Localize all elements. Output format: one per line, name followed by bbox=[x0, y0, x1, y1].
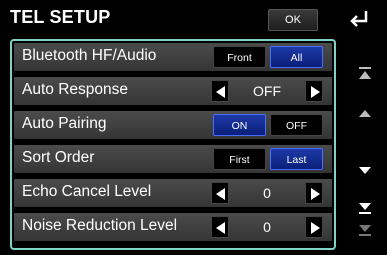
right-triangle-icon bbox=[311, 188, 320, 200]
setting-row-auto-pairing: Auto Pairing ON OFF bbox=[14, 111, 332, 139]
all-option-button[interactable]: All bbox=[270, 46, 323, 68]
scroll-to-bottom-icon[interactable] bbox=[355, 223, 375, 239]
left-triangle-icon bbox=[216, 86, 225, 98]
increase-button[interactable] bbox=[305, 80, 323, 102]
front-option-button[interactable]: Front bbox=[213, 46, 266, 68]
last-option-button[interactable]: Last bbox=[270, 148, 323, 170]
noise-reduction-stepper: 0 bbox=[211, 216, 323, 238]
first-option-button[interactable]: First bbox=[213, 148, 266, 170]
setting-row-auto-response: Auto Response OFF bbox=[14, 77, 332, 105]
setting-label: Auto Pairing bbox=[22, 115, 107, 132]
scroll-down-icon[interactable] bbox=[355, 163, 375, 179]
header-bar: TEL SETUP OK bbox=[0, 0, 387, 36]
auto-response-stepper: OFF bbox=[211, 80, 323, 102]
settings-panel: Bluetooth HF/Audio Front All Auto Respon… bbox=[10, 39, 336, 250]
scroll-controls bbox=[345, 36, 385, 255]
setting-row-sort-order: Sort Order First Last bbox=[14, 145, 332, 173]
on-option-button[interactable]: ON bbox=[213, 114, 266, 136]
setting-label: Sort Order bbox=[22, 149, 95, 166]
auto-response-value: OFF bbox=[253, 83, 281, 99]
increase-button[interactable] bbox=[305, 182, 323, 204]
decrease-button[interactable] bbox=[211, 80, 229, 102]
decrease-button[interactable] bbox=[211, 216, 229, 238]
scroll-up-icon[interactable] bbox=[355, 106, 375, 122]
back-arrow-icon[interactable] bbox=[344, 5, 374, 31]
left-triangle-icon bbox=[216, 188, 225, 200]
setting-label: Echo Cancel Level bbox=[22, 183, 152, 200]
right-triangle-icon bbox=[311, 222, 320, 234]
scroll-to-bottom-icon[interactable] bbox=[355, 201, 375, 217]
noise-reduction-value: 0 bbox=[263, 219, 271, 235]
left-triangle-icon bbox=[216, 222, 225, 234]
scroll-to-top-icon[interactable] bbox=[355, 66, 375, 82]
echo-cancel-value: 0 bbox=[263, 185, 271, 201]
ok-button[interactable]: OK bbox=[268, 9, 318, 31]
setting-row-bluetooth-hf-audio: Bluetooth HF/Audio Front All bbox=[14, 43, 332, 71]
setting-label: Noise Reduction Level bbox=[22, 217, 178, 234]
off-option-button[interactable]: OFF bbox=[270, 114, 323, 136]
decrease-button[interactable] bbox=[211, 182, 229, 204]
setting-label: Bluetooth HF/Audio bbox=[22, 47, 157, 64]
setting-row-echo-cancel-level: Echo Cancel Level 0 bbox=[14, 179, 332, 207]
echo-cancel-stepper: 0 bbox=[211, 182, 323, 204]
setting-label: Auto Response bbox=[22, 81, 128, 98]
increase-button[interactable] bbox=[305, 216, 323, 238]
page-title: TEL SETUP bbox=[10, 7, 111, 27]
right-triangle-icon bbox=[311, 86, 320, 98]
setting-row-noise-reduction-level: Noise Reduction Level 0 bbox=[14, 213, 332, 241]
